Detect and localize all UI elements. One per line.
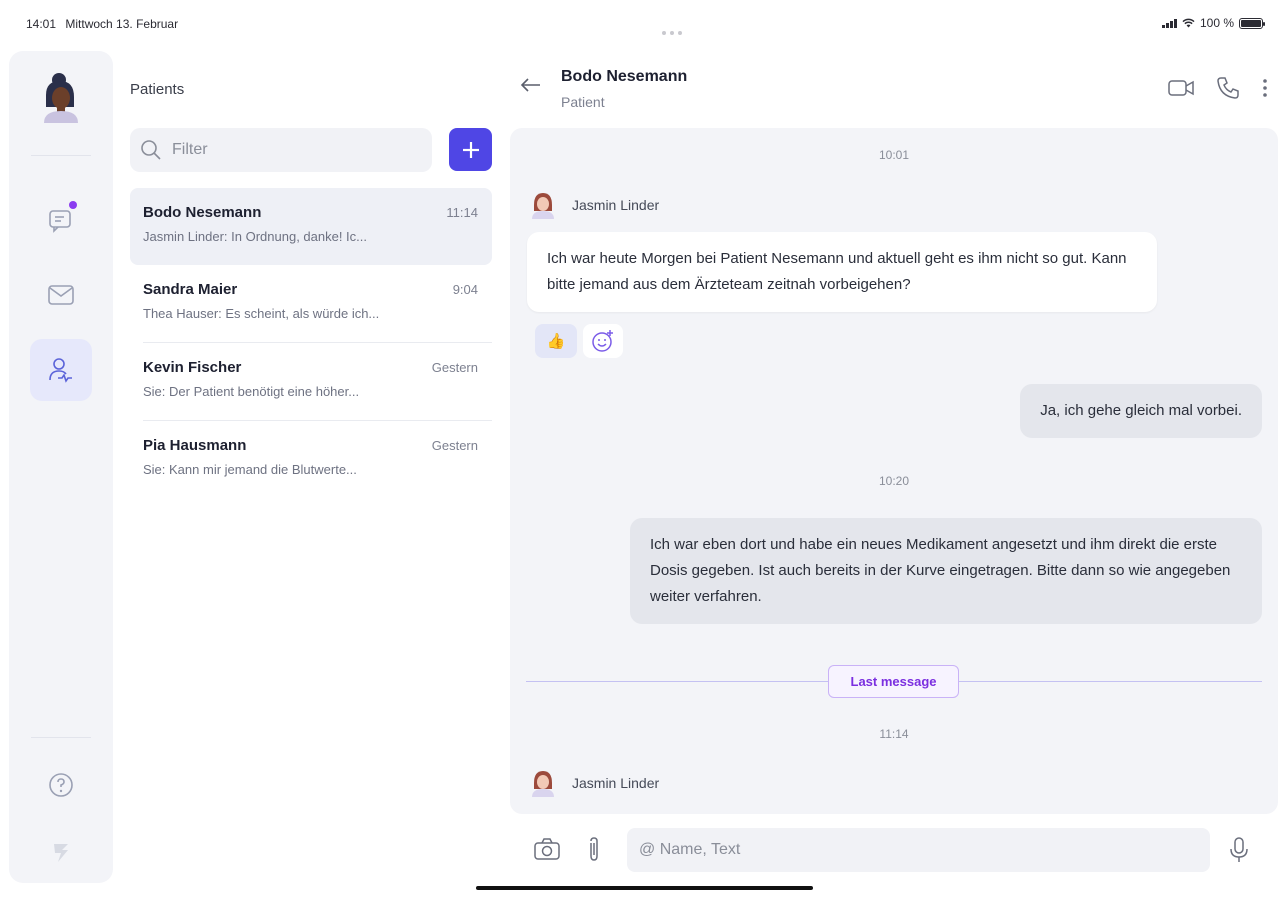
brand-icon: [54, 844, 68, 862]
search-icon: [141, 140, 161, 160]
chat-bubble-icon: [49, 210, 71, 233]
home-indicator[interactable]: [476, 886, 813, 890]
plus-icon: [462, 141, 479, 158]
last-message-badge: Last message: [828, 665, 959, 698]
brand-logo: [30, 821, 92, 883]
rail-divider: [31, 155, 91, 156]
status-indicators: 100 %: [1161, 16, 1265, 30]
patient-time: 9:04: [452, 282, 478, 297]
patients-title: Patients: [130, 81, 185, 98]
message-input[interactable]: @ Name, Text: [627, 828, 1210, 872]
patient-preview: Jasmin Linder: In Ordnung, danke! Ic...: [143, 229, 368, 244]
more-options-icon[interactable]: [1262, 78, 1268, 98]
chat-header: Bodo Nesemann Patient: [510, 51, 1280, 127]
patient-time: Gestern: [431, 360, 478, 375]
avatar: [532, 771, 554, 797]
nav-help-button[interactable]: [30, 754, 92, 816]
arrow-left-icon: [520, 78, 540, 92]
chat-actions: [1168, 76, 1268, 100]
add-reaction-button[interactable]: [583, 324, 623, 358]
nav-mail-button[interactable]: [30, 264, 92, 326]
camera-button[interactable]: [534, 838, 560, 865]
patient-time: Gestern: [431, 438, 478, 453]
patient-icon: [49, 358, 72, 383]
patient-name: Sandra Maier: [143, 281, 238, 298]
microphone-button[interactable]: [1229, 836, 1249, 869]
phone-icon[interactable]: [1216, 76, 1240, 100]
message-bubble-outgoing[interactable]: Ich war eben dort und habe ein neues Med…: [630, 518, 1262, 624]
patient-list-item[interactable]: Bodo Nesemann 11:14 Jasmin Linder: In Or…: [130, 188, 492, 265]
timestamp: 10:01: [878, 148, 910, 162]
sender-name: Jasmin Linder: [572, 197, 660, 213]
microphone-icon: [1230, 837, 1248, 862]
reaction-thumbs-up[interactable]: 👍: [535, 324, 577, 358]
patient-name: Pia Hausmann: [143, 437, 247, 454]
add-patient-button[interactable]: [449, 128, 492, 171]
battery-icon: [1239, 17, 1265, 29]
contact-role: Patient: [561, 94, 605, 110]
timestamp: 11:14: [879, 727, 909, 741]
wifi-icon: [1182, 18, 1195, 28]
filter-placeholder: Filter: [172, 141, 208, 158]
patient-time: 11:14: [446, 205, 478, 220]
message-bubble-outgoing[interactable]: Ja, ich gehe gleich mal vorbei.: [1020, 384, 1262, 438]
camera-icon: [534, 838, 560, 860]
patients-panel: Patients Filter Bodo Nesemann 11:14 Jasm…: [130, 51, 492, 883]
envelope-icon: [48, 285, 74, 305]
nav-patients-button[interactable]: [30, 339, 92, 401]
status-time: 14:01: [26, 17, 57, 31]
contact-name: Bodo Nesemann: [561, 68, 688, 85]
filter-input[interactable]: Filter: [130, 128, 432, 172]
status-date: Mittwoch 13. Februar: [65, 17, 179, 31]
patient-preview: Sie: Der Patient benötigt eine höher...: [143, 384, 360, 399]
chat-messages[interactable]: 10:01 Jasmin Linder Ich war heute Morgen…: [510, 128, 1278, 814]
patient-preview: Sie: Kann mir jemand die Blutwerte...: [143, 462, 357, 477]
help-icon: [49, 773, 73, 797]
patient-preview: Thea Hauser: Es scheint, als würde ich..…: [143, 306, 380, 321]
attach-button[interactable]: [587, 836, 601, 867]
emoji-add-icon: [592, 330, 613, 352]
back-button[interactable]: [520, 77, 542, 98]
paperclip-icon: [590, 837, 598, 861]
message-sender: Jasmin Linder: [530, 191, 659, 219]
avatar: [532, 193, 554, 219]
message-reactions: 👍: [535, 324, 623, 358]
unread-dot: [69, 201, 77, 209]
patient-list-item[interactable]: Kevin Fischer Gestern Sie: Der Patient b…: [130, 343, 492, 421]
nav-rail: [9, 51, 113, 883]
cellular-signal-icon: [1161, 18, 1177, 28]
status-time-date: 14:01 Mittwoch 13. Februar: [26, 17, 184, 31]
patient-name: Kevin Fischer: [143, 359, 242, 376]
message-sender: Jasmin Linder: [530, 769, 659, 797]
patient-list-item[interactable]: Pia Hausmann Gestern Sie: Kann mir jeman…: [130, 421, 492, 499]
message-bubble-incoming[interactable]: Ich war heute Morgen bei Patient Neseman…: [527, 232, 1157, 312]
sender-name: Jasmin Linder: [572, 775, 660, 791]
video-call-icon[interactable]: [1168, 79, 1194, 97]
battery-percent: 100 %: [1199, 16, 1234, 30]
status-bar: 14:01 Mittwoch 13. Februar 100 %: [0, 0, 1287, 50]
timestamp: 10:20: [878, 474, 910, 488]
patient-list-item[interactable]: Sandra Maier 9:04 Thea Hauser: Es schein…: [130, 265, 492, 343]
message-composer: @ Name, Text: [510, 820, 1280, 880]
user-avatar[interactable]: [40, 71, 82, 123]
nav-chats-button[interactable]: [30, 189, 92, 251]
patient-list: Bodo Nesemann 11:14 Jasmin Linder: In Or…: [130, 188, 492, 499]
multitasking-dots[interactable]: [662, 22, 686, 35]
patient-name: Bodo Nesemann: [143, 204, 262, 221]
rail-divider: [31, 737, 91, 738]
